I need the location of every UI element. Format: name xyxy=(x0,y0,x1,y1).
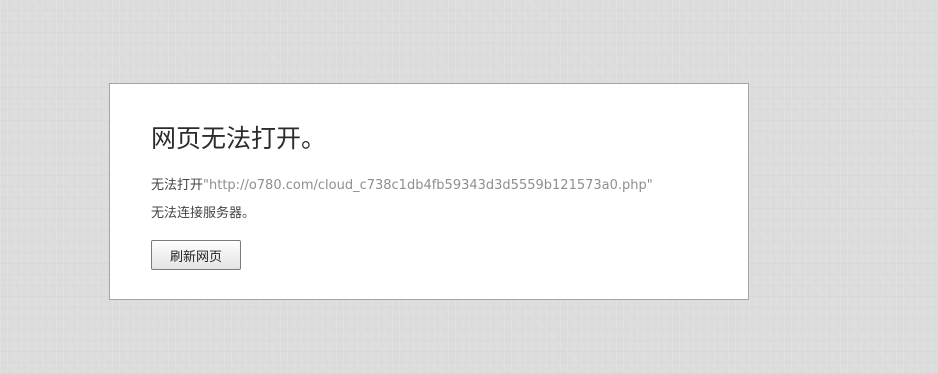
error-card: 网页无法打开。 无法打开 "http://o780.com/cloud_c738c… xyxy=(109,83,749,300)
cannot-open-label: 无法打开 xyxy=(151,178,204,193)
failed-url: http://o780.com/cloud_c738c1db4fb59343d3… xyxy=(209,178,647,193)
cannot-open-message: 无法打开 "http://o780.com/cloud_c738c1db4fb59… xyxy=(151,176,653,196)
error-title: 网页无法打开。 xyxy=(151,124,327,153)
refresh-button[interactable]: 刷新网页 xyxy=(151,240,241,270)
quote-close: " xyxy=(646,178,653,193)
error-reason: 无法连接服务器。 xyxy=(151,206,256,221)
